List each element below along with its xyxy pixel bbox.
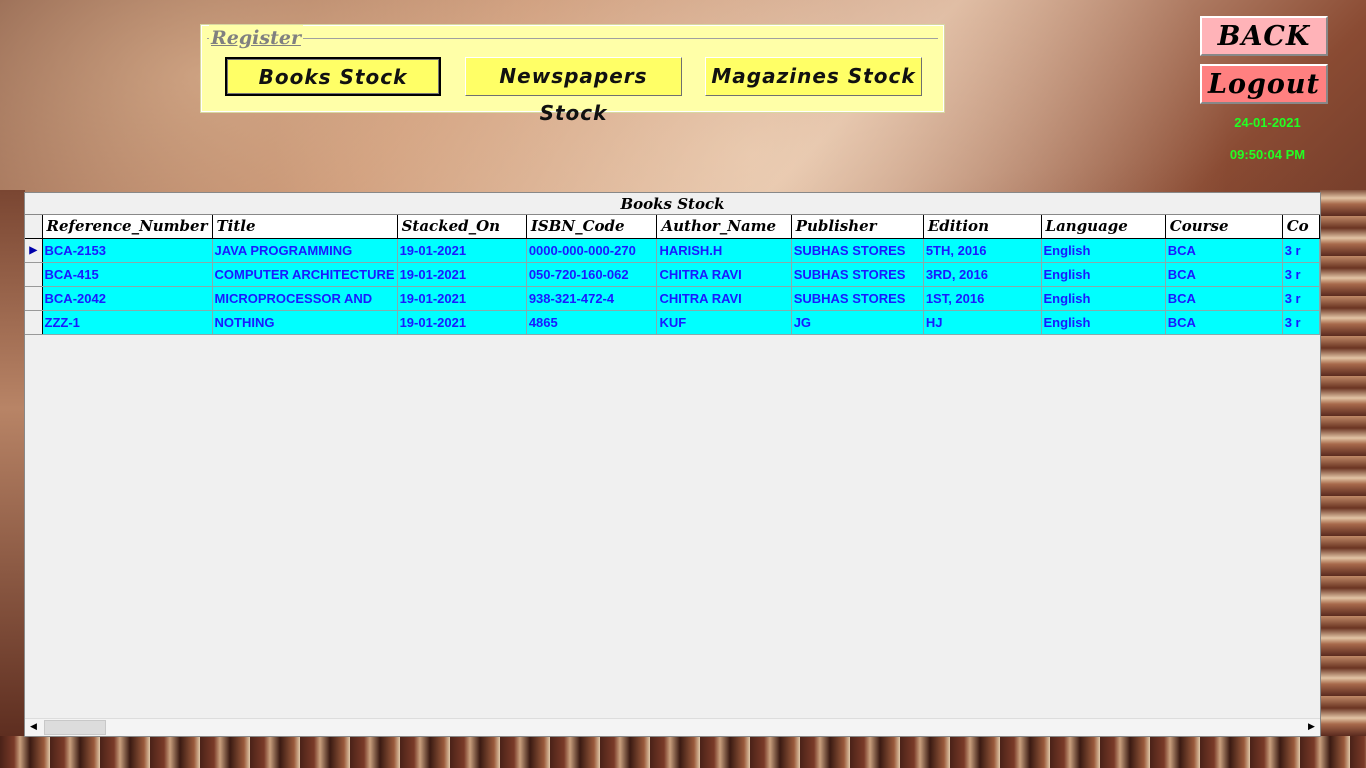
row-selector[interactable] (25, 286, 43, 311)
table-cell[interactable]: 19-01-2021 (397, 310, 527, 335)
column-header-course[interactable]: Course (1165, 215, 1283, 239)
current-row-indicator-icon[interactable]: ▶ (25, 238, 43, 263)
table-cell[interactable]: 1ST, 2016 (923, 286, 1042, 311)
register-legend: Register (209, 25, 303, 51)
table-cell[interactable]: HARISH.H (656, 238, 792, 263)
current-date: 24-01-2021 (1234, 115, 1301, 130)
table-cell[interactable]: 5TH, 2016 (923, 238, 1042, 263)
background-bottom (0, 736, 1366, 768)
table-cell[interactable]: 3 r (1282, 238, 1320, 263)
table-cell[interactable]: BCA-415 (42, 262, 213, 287)
table-cell[interactable]: ZZZ-1 (42, 310, 213, 335)
table-row[interactable]: ZZZ-1 NOTHING 19-01-2021 4865 KUF JG HJ English… (25, 310, 1320, 335)
background-right (1320, 190, 1366, 736)
table-cell[interactable]: JAVA PROGRAMMING (212, 238, 398, 263)
background-left (0, 190, 25, 736)
column-header-edition[interactable]: Edition (923, 215, 1042, 239)
register-group: Register Books Stock Newspapers Stock Ma… (200, 24, 945, 125)
books-stock-grid[interactable]: Books Stock Reference_Number Title Stack… (24, 192, 1321, 737)
table-cell[interactable]: BCA-2153 (42, 238, 213, 263)
scroll-thumb[interactable] (44, 720, 106, 735)
table-row[interactable]: BCA-2042 MICROPROCESSOR AND 19-01-2021 938-… (25, 286, 1320, 311)
table-cell[interactable]: SUBHAS STORES (791, 262, 924, 287)
table-cell[interactable]: 19-01-2021 (397, 262, 527, 287)
row-header-corner[interactable] (25, 215, 43, 239)
column-header-co[interactable]: Co (1282, 215, 1320, 239)
table-cell[interactable]: BCA (1165, 262, 1283, 287)
column-header-stacked-on[interactable]: Stacked_On (397, 215, 527, 239)
table-cell[interactable]: SUBHAS STORES (791, 238, 924, 263)
column-header-author-name[interactable]: Author_Name (656, 215, 792, 239)
table-cell[interactable]: NOTHING (212, 310, 398, 335)
table-cell[interactable]: English (1041, 286, 1166, 311)
table-cell[interactable]: 4865 (526, 310, 658, 335)
table-cell[interactable]: CHITRA RAVI (656, 262, 792, 287)
table-cell[interactable]: BCA-2042 (42, 286, 213, 311)
horizontal-scrollbar[interactable]: ◀ ▶ (25, 718, 1320, 736)
table-row[interactable]: ▶ BCA-2153 JAVA PROGRAMMING 19-01-2021 0000-… (25, 238, 1320, 263)
table-cell[interactable]: HJ (923, 310, 1042, 335)
header-row: Reference_Number Title Stacked_On ISBN_C… (25, 215, 1320, 239)
table-cell[interactable]: CHITRA RAVI (656, 286, 792, 311)
table-row[interactable]: BCA-415 COMPUTER ARCHITECTURE 19-01-2021 05… (25, 262, 1320, 287)
table-cell[interactable]: 3 r (1282, 286, 1320, 311)
table-cell[interactable]: MICROPROCESSOR AND (212, 286, 398, 311)
table-cell[interactable]: JG (791, 310, 924, 335)
column-header-title[interactable]: Title (212, 215, 398, 239)
books-table: Reference_Number Title Stacked_On ISBN_C… (25, 215, 1320, 335)
column-header-isbn-code[interactable]: ISBN_Code (526, 215, 658, 239)
row-selector[interactable] (25, 262, 43, 287)
grid-caption: Books Stock (25, 193, 1320, 215)
table-cell[interactable]: 050-720-160-062 (526, 262, 658, 287)
table-cell[interactable]: 19-01-2021 (397, 238, 527, 263)
table-cell[interactable]: KUF (656, 310, 792, 335)
table-cell[interactable]: English (1041, 238, 1166, 263)
logout-button[interactable]: Logout (1200, 64, 1328, 104)
column-header-publisher[interactable]: Publisher (791, 215, 924, 239)
table-cell[interactable]: English (1041, 262, 1166, 287)
books-stock-button[interactable]: Books Stock (225, 57, 441, 96)
table-cell[interactable]: 3 r (1282, 310, 1320, 335)
column-header-language[interactable]: Language (1041, 215, 1166, 239)
table-cell[interactable]: SUBHAS STORES (791, 286, 924, 311)
scroll-left-icon[interactable]: ◀ (25, 719, 42, 736)
column-header-reference-number[interactable]: Reference_Number (42, 215, 213, 239)
table-cell[interactable]: 3 r (1282, 262, 1320, 287)
row-selector[interactable] (25, 310, 43, 335)
newspapers-stock-button[interactable]: Newspapers Stock (465, 57, 682, 125)
table-cell[interactable]: 3RD, 2016 (923, 262, 1042, 287)
table-cell[interactable]: 19-01-2021 (397, 286, 527, 311)
current-time: 09:50:04 PM (1229, 147, 1306, 162)
table-cell[interactable]: BCA (1165, 286, 1283, 311)
table-cell[interactable]: 938-321-472-4 (526, 286, 658, 311)
table-cell[interactable]: COMPUTER ARCHITECTURE (212, 262, 398, 287)
table-cell[interactable]: BCA (1165, 238, 1283, 263)
scroll-right-icon[interactable]: ▶ (1303, 719, 1320, 736)
table-cell[interactable]: English (1041, 310, 1166, 335)
back-button[interactable]: BACK (1200, 16, 1328, 56)
table-cell[interactable]: 0000-000-000-270 (526, 238, 658, 263)
table-cell[interactable]: BCA (1165, 310, 1283, 335)
magazines-stock-button[interactable]: Magazines Stock (705, 57, 922, 96)
